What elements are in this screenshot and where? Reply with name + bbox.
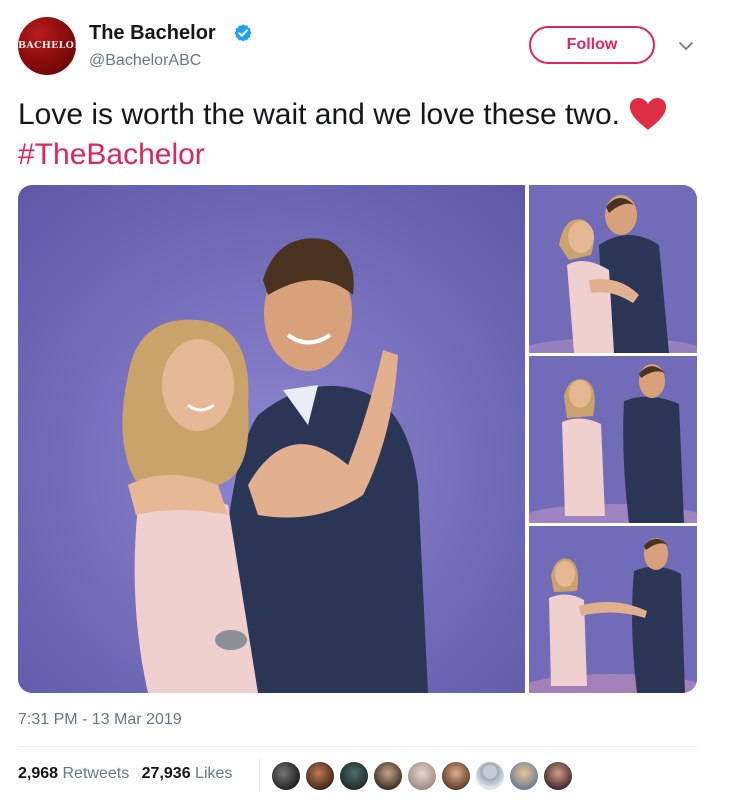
chevron-down-icon[interactable] — [678, 40, 694, 52]
heart-icon — [629, 98, 667, 130]
photo-top-right[interactable] — [529, 185, 697, 353]
avatar[interactable]: BACHELOR — [18, 17, 76, 75]
follow-button[interactable]: Follow — [529, 26, 655, 64]
divider — [18, 746, 697, 747]
tweet-timestamp[interactable]: 7:31 PM - 13 Mar 2019 — [18, 711, 182, 729]
tweet-text: Love is worth the wait and we love these… — [18, 95, 678, 175]
likes-stat[interactable]: 27,936 Likes — [142, 765, 233, 783]
verified-badge-icon — [234, 24, 252, 42]
retweets-stat[interactable]: 2,968 Retweets — [18, 765, 129, 783]
liker-avatar[interactable] — [407, 761, 437, 791]
liker-avatar[interactable] — [305, 761, 335, 791]
photo-bottom-right[interactable] — [529, 526, 697, 693]
hashtag-link[interactable]: #TheBachelor — [18, 138, 205, 171]
avatar-logo-text: BACHELOR — [18, 40, 76, 51]
photo-middle-right[interactable] — [529, 356, 697, 523]
liker-avatar[interactable] — [543, 761, 573, 791]
likes-label: Likes — [195, 765, 233, 782]
tweet-stats: 2,968 Retweets 27,936 Likes — [18, 765, 240, 783]
liker-avatar[interactable] — [373, 761, 403, 791]
photo-main[interactable] — [18, 185, 525, 693]
liker-avatar[interactable] — [475, 761, 505, 791]
display-name[interactable]: The Bachelor — [89, 22, 216, 45]
user-handle[interactable]: @BachelorABC — [89, 52, 201, 70]
retweets-count: 2,968 — [18, 765, 59, 782]
liker-avatar[interactable] — [339, 761, 369, 791]
retweets-label: Retweets — [62, 765, 130, 782]
liker-avatar[interactable] — [509, 761, 539, 791]
stats-divider — [259, 758, 260, 792]
media-grid — [18, 185, 697, 693]
liker-avatar[interactable] — [441, 761, 471, 791]
liker-avatar[interactable] — [271, 761, 301, 791]
likes-count: 27,936 — [141, 765, 191, 782]
tweet-text-body: Love is worth the wait and we love these… — [18, 98, 620, 131]
